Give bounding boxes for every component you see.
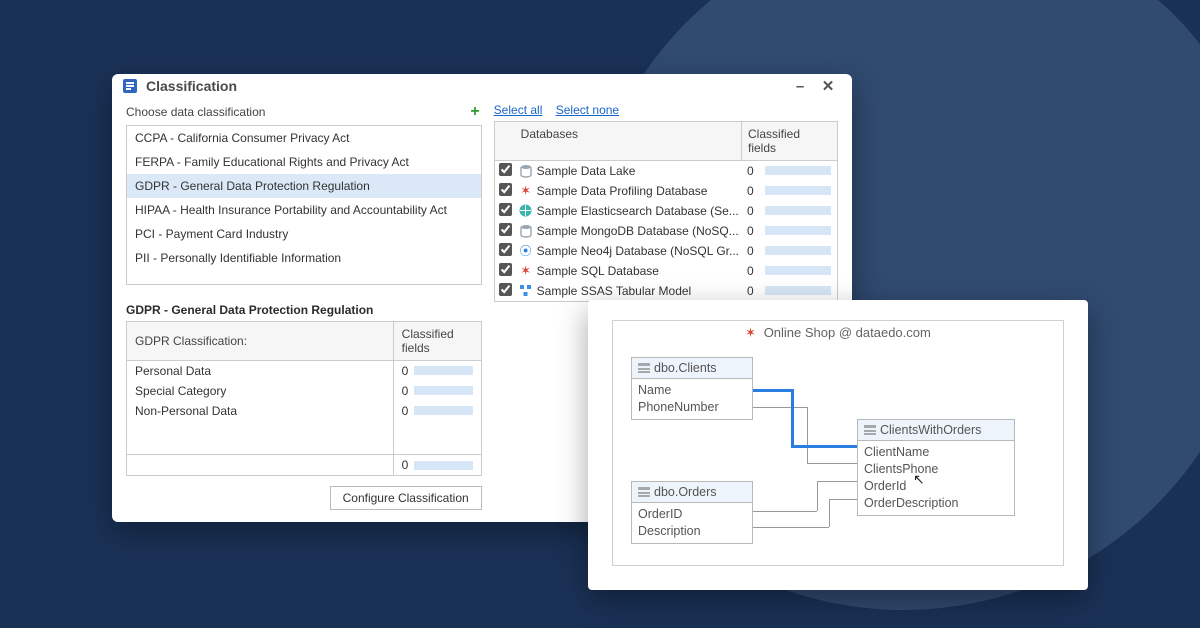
progress-bar <box>765 226 831 235</box>
progress-bar <box>765 286 831 295</box>
relation-line <box>829 499 857 500</box>
progress-bar <box>414 406 472 415</box>
detail-section-title: GDPR - General Data Protection Regulatio… <box>126 303 482 317</box>
db-header-name: Databases <box>517 122 741 160</box>
database-icon <box>517 164 535 178</box>
classification-item[interactable]: PII - Personally Identifiable Informatio… <box>127 246 481 270</box>
diagram-source-icon: ✶ <box>745 325 756 340</box>
entity-clientswithorders[interactable]: ClientsWithOrders ClientName ClientsPhon… <box>857 419 1015 516</box>
classification-item[interactable]: FERPA - Family Educational Rights and Pr… <box>127 150 481 174</box>
configure-classification-button[interactable]: Configure Classification <box>330 486 482 510</box>
progress-bar <box>414 366 472 375</box>
database-icon: ✶ <box>517 183 535 199</box>
relation-line-active <box>753 389 793 392</box>
database-checkbox[interactable] <box>499 263 512 276</box>
database-checkbox[interactable] <box>499 163 512 176</box>
minimize-button[interactable]: – <box>786 78 814 95</box>
relation-line-active <box>791 389 794 447</box>
database-row: Sample Elasticsearch Database (Se... 0 <box>495 201 837 221</box>
entity-clients[interactable]: dbo.Clients Name PhoneNumber <box>631 357 753 420</box>
database-checkbox[interactable] <box>499 183 512 196</box>
progress-bar <box>765 166 831 175</box>
relation-line <box>807 407 808 463</box>
relation-line <box>829 499 830 527</box>
progress-bar <box>414 386 472 395</box>
table-icon <box>638 487 650 497</box>
classification-item[interactable]: HIPAA - Health Insurance Portability and… <box>127 198 481 222</box>
detail-row: Special Category 0 <box>127 381 482 401</box>
database-row: ✶ Sample SQL Database 0 <box>495 261 837 281</box>
database-row: Sample SSAS Tabular Model 0 <box>495 281 837 301</box>
classification-item[interactable]: GDPR - General Data Protection Regulatio… <box>127 174 481 198</box>
detail-row: Non-Personal Data 0 <box>127 401 482 421</box>
entity-orders[interactable]: dbo.Orders OrderID Description <box>631 481 753 544</box>
diagram-panel: ✶ Online Shop @ dataedo.com dbo.Clients … <box>588 300 1088 590</box>
choose-classification-label: Choose data classification <box>126 105 265 119</box>
classification-item[interactable]: PCI - Payment Card Industry <box>127 222 481 246</box>
detail-header-name: GDPR Classification: <box>127 321 394 360</box>
classification-detail-grid: GDPR Classification: Classified fields P… <box>126 321 482 477</box>
relation-line <box>817 481 818 511</box>
detail-row-empty <box>127 421 482 455</box>
relation-line-active <box>791 445 857 448</box>
table-icon <box>638 363 650 373</box>
detail-header-count: Classified fields <box>393 321 481 360</box>
select-none-link[interactable]: Select none <box>556 103 619 117</box>
add-classification-button[interactable]: + <box>468 103 481 121</box>
database-checkbox[interactable] <box>499 223 512 236</box>
database-checkbox[interactable] <box>499 203 512 216</box>
relation-line <box>753 511 817 512</box>
app-icon <box>122 78 138 94</box>
select-all-link[interactable]: Select all <box>494 103 543 117</box>
database-row: ⦿ Sample Neo4j Database (NoSQL Gr... 0 <box>495 241 837 261</box>
window-title: Classification <box>146 78 237 94</box>
diagram-title: ✶ Online Shop @ dataedo.com <box>613 325 1063 341</box>
classification-list: CCPA - California Consumer Privacy Act F… <box>126 125 482 285</box>
detail-row: Personal Data 0 <box>127 360 482 381</box>
classification-item[interactable]: CCPA - California Consumer Privacy Act <box>127 126 481 150</box>
relation-line <box>753 527 829 528</box>
detail-total-row: 0 <box>127 455 482 476</box>
relation-line <box>817 481 857 482</box>
progress-bar <box>765 266 831 275</box>
database-checkbox[interactable] <box>499 243 512 256</box>
relation-line <box>807 463 857 464</box>
relation-line <box>753 407 807 408</box>
db-header-count: Classified fields <box>741 122 837 160</box>
databases-grid: Databases Classified fields Sample Data … <box>494 121 838 302</box>
database-row: Sample Data Lake 0 <box>495 161 837 181</box>
progress-bar <box>765 246 831 255</box>
database-row: ✶ Sample Data Profiling Database 0 <box>495 181 837 201</box>
database-icon: ⦿ <box>517 242 535 259</box>
database-icon <box>517 224 535 238</box>
database-row: Sample MongoDB Database (NoSQ... 0 <box>495 221 837 241</box>
progress-bar <box>765 186 831 195</box>
progress-bar <box>414 461 472 470</box>
cursor-icon: ↖ <box>913 471 925 488</box>
database-icon <box>517 284 535 297</box>
table-icon <box>864 425 876 435</box>
progress-bar <box>765 206 831 215</box>
diagram-canvas[interactable]: ✶ Online Shop @ dataedo.com dbo.Clients … <box>612 320 1064 566</box>
database-icon: ✶ <box>517 263 535 279</box>
close-button[interactable]: ✕ <box>814 77 842 95</box>
titlebar: Classification – ✕ <box>112 74 852 99</box>
database-icon <box>517 204 535 217</box>
database-checkbox[interactable] <box>499 283 512 296</box>
